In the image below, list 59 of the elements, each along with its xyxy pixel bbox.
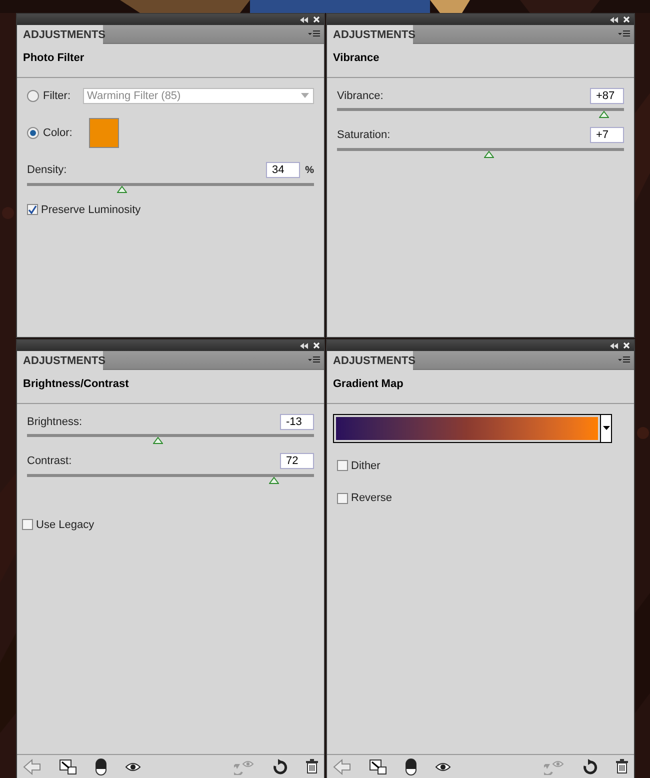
- reset-icon[interactable]: [272, 758, 288, 774]
- panel-menu-icon[interactable]: [618, 356, 630, 364]
- mask-icon[interactable]: [95, 758, 107, 776]
- value-field[interactable]: +7: [590, 127, 624, 144]
- adjustment-title: Photo Filter: [17, 44, 324, 78]
- slider-label: Saturation:: [337, 128, 392, 143]
- slider-label: Density:: [27, 163, 68, 178]
- back-arrow-icon[interactable]: [23, 758, 41, 774]
- close-icon[interactable]: [313, 342, 320, 349]
- panel-menu-icon[interactable]: [308, 356, 320, 364]
- value-field[interactable]: 72: [280, 453, 314, 470]
- eye-icon[interactable]: [435, 762, 451, 772]
- checkbox-label: Dither: [351, 458, 380, 474]
- radio-button[interactable]: [27, 90, 39, 102]
- panel-menu-icon[interactable]: [308, 30, 320, 38]
- panel-tab[interactable]: ADJUSTMENTS: [17, 351, 103, 371]
- collapse-icon[interactable]: [610, 16, 618, 22]
- adjustment-title: Gradient Map: [327, 370, 634, 404]
- checkbox-label: Use Legacy: [36, 518, 94, 532]
- clip-layer-icon[interactable]: [59, 758, 77, 774]
- slider-label: Vibrance:: [337, 88, 384, 104]
- trash-icon[interactable]: [306, 759, 318, 774]
- checkbox[interactable]: [337, 492, 348, 504]
- radio-label: Color:: [43, 126, 74, 141]
- gradient-picker[interactable]: [333, 414, 612, 442]
- adjustment-title: Brightness/Contrast: [17, 370, 324, 404]
- panel-tab[interactable]: ADJUSTMENTS: [327, 25, 413, 45]
- checkbox[interactable]: [22, 519, 33, 530]
- panel-tab[interactable]: ADJUSTMENTS: [17, 25, 103, 45]
- back-arrow-icon[interactable]: [333, 758, 351, 774]
- slider-label: Brightness:: [27, 414, 84, 430]
- value-field[interactable]: 34: [266, 162, 300, 178]
- radio-button[interactable]: [27, 127, 39, 139]
- panel-menu-icon[interactable]: [618, 30, 630, 38]
- clip-layer-icon[interactable]: [369, 758, 387, 774]
- unit-label: %: [304, 164, 314, 178]
- collapse-icon[interactable]: [610, 342, 618, 348]
- close-icon[interactable]: [313, 16, 320, 23]
- reset-icon[interactable]: [582, 758, 598, 774]
- checkbox-label: Preserve Luminosity: [41, 202, 141, 218]
- value-field[interactable]: +87: [590, 88, 624, 104]
- checkbox-label: Reverse: [351, 491, 392, 506]
- mask-icon[interactable]: [405, 758, 417, 776]
- eye-icon[interactable]: [125, 762, 141, 772]
- close-icon[interactable]: [623, 342, 630, 349]
- collapse-icon[interactable]: [300, 16, 308, 22]
- checkbox[interactable]: [337, 460, 348, 472]
- trash-icon[interactable]: [616, 759, 628, 774]
- value-field[interactable]: -13: [280, 414, 314, 430]
- filter-dropdown[interactable]: Warming Filter (85): [83, 88, 314, 104]
- radio-label: Filter:: [43, 88, 72, 104]
- dropdown-arrow-icon: [301, 93, 309, 98]
- checkbox[interactable]: [27, 204, 38, 216]
- adjustment-title: Vibrance: [327, 44, 634, 78]
- panel-tab[interactable]: ADJUSTMENTS: [327, 351, 413, 371]
- color-swatch[interactable]: [89, 118, 119, 148]
- slider-label: Contrast:: [27, 454, 73, 469]
- collapse-icon[interactable]: [300, 342, 308, 348]
- close-icon[interactable]: [623, 16, 630, 23]
